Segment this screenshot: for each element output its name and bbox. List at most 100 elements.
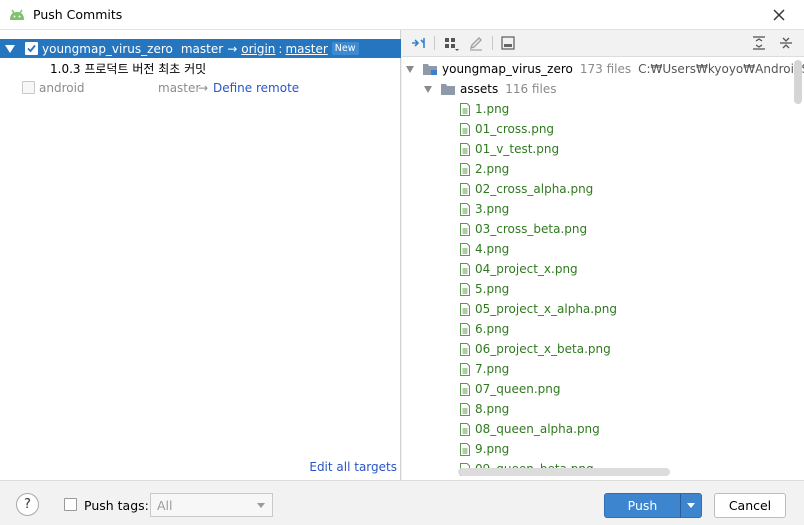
file-name: 01_v_test.png — [475, 142, 560, 156]
tree-root-row[interactable]: youngmap_virus_zero 173 files C:₩Users₩k… — [406, 59, 804, 79]
push-tags-label: Push tags: — [84, 498, 149, 513]
preview-icon[interactable] — [500, 35, 516, 51]
image-file-icon — [460, 402, 470, 416]
file-name: 08_queen_alpha.png — [475, 422, 600, 436]
image-file-icon — [460, 382, 470, 396]
file-name: 2.png — [475, 162, 510, 176]
commit-row[interactable]: 1.0.3 프로덕트 버전 최초 커밋 — [50, 59, 206, 78]
file-row[interactable]: 03_cross_beta.png — [460, 219, 587, 239]
file-row[interactable]: 05_project_x_alpha.png — [460, 299, 617, 319]
file-name: 7.png — [475, 362, 510, 376]
folder-icon — [441, 83, 455, 95]
dialog-footer: ? Push tags: All Push Cancel — [0, 480, 804, 525]
file-row[interactable]: 7.png — [460, 359, 509, 379]
file-name: 1.png — [475, 102, 510, 116]
file-tree: youngmap_virus_zero 173 files C:₩Users₩k… — [402, 58, 804, 480]
file-name: 01_cross.png — [475, 122, 555, 136]
remote-name-link[interactable]: origin — [241, 42, 275, 56]
file-row[interactable]: 01_v_test.png — [460, 139, 559, 159]
local-branch: master — [180, 41, 224, 56]
repo-checkbox[interactable] — [25, 42, 38, 55]
expand-all-icon[interactable] — [751, 35, 767, 51]
close-icon[interactable] — [770, 6, 788, 24]
help-button[interactable]: ? — [16, 493, 39, 516]
group-by-icon[interactable] — [443, 35, 459, 51]
remote-branch-link[interactable]: master — [285, 42, 327, 56]
separator: : — [278, 41, 283, 56]
repo-name: youngmap_virus_zero — [42, 41, 173, 56]
file-name: 3.png — [475, 202, 510, 216]
file-row[interactable]: 3.png — [460, 199, 509, 219]
file-row[interactable]: 1.png — [460, 99, 509, 119]
toolbar-separator — [492, 36, 493, 50]
root-path: C:₩Users₩kyoyo₩AndroidStudioPr — [638, 62, 804, 76]
define-remote-link[interactable]: Define remote — [213, 81, 299, 95]
file-row[interactable]: 5.png — [460, 279, 509, 299]
repo-row-youngmap-virus-zero[interactable]: youngmap_virus_zero master → origin : ma… — [0, 39, 401, 58]
collapse-all-icon[interactable] — [778, 35, 794, 51]
window-title: Push Commits — [33, 7, 123, 22]
image-file-icon — [460, 302, 470, 316]
android-icon — [10, 9, 24, 20]
vertical-scrollbar[interactable] — [794, 60, 802, 104]
files-pane: youngmap_virus_zero 173 files C:₩Users₩k… — [402, 30, 804, 480]
file-row[interactable]: 01_cross.png — [460, 119, 554, 139]
push-button[interactable]: Push — [604, 493, 702, 518]
image-file-icon — [460, 442, 470, 456]
image-file-icon — [460, 202, 470, 216]
expand-arrow-icon[interactable] — [5, 44, 15, 53]
horizontal-scrollbar[interactable] — [458, 468, 670, 476]
file-row[interactable]: 06_project_x_beta.png — [460, 339, 611, 359]
expand-arrow-icon[interactable] — [424, 85, 432, 93]
image-file-icon — [460, 222, 470, 236]
file-name: 4.png — [475, 242, 510, 256]
file-row[interactable]: 6.png — [460, 319, 509, 339]
file-row[interactable]: 2.png — [460, 159, 509, 179]
file-row[interactable]: 08_queen_alpha.png — [460, 419, 600, 439]
commits-pane: youngmap_virus_zero master → origin : ma… — [0, 30, 401, 480]
file-name: 5.png — [475, 282, 510, 296]
cancel-button[interactable]: Cancel — [714, 493, 786, 518]
file-row[interactable]: 9.png — [460, 439, 509, 459]
repo-row-android[interactable]: android master → Define remote — [0, 78, 299, 97]
file-row[interactable]: 07_queen.png — [460, 379, 561, 399]
file-name: 9.png — [475, 442, 510, 456]
file-name: 6.png — [475, 322, 510, 336]
show-diff-icon[interactable] — [410, 35, 426, 51]
root-name: youngmap_virus_zero — [442, 62, 573, 76]
folder-row-assets[interactable]: assets 116 files — [424, 79, 556, 99]
local-branch-android: master — [158, 80, 201, 95]
tags-select-value: All — [157, 497, 173, 513]
file-name: 07_queen.png — [475, 382, 561, 396]
image-file-icon — [460, 282, 470, 296]
file-name: 06_project_x_beta.png — [475, 342, 611, 356]
file-name: 03_cross_beta.png — [475, 222, 588, 236]
title-bar: Push Commits — [0, 0, 804, 30]
file-name: 05_project_x_alpha.png — [475, 302, 617, 316]
edit-all-targets-link[interactable]: Edit all targets — [309, 460, 397, 474]
file-row[interactable]: 8.png — [460, 399, 509, 419]
image-file-icon — [460, 362, 470, 376]
image-file-icon — [460, 422, 470, 436]
arrow-android: → — [198, 80, 209, 95]
file-row[interactable]: 4.png — [460, 239, 509, 259]
chevron-down-icon — [687, 503, 695, 508]
file-row[interactable]: 02_cross_alpha.png — [460, 179, 593, 199]
arrow: → — [227, 41, 238, 56]
image-file-icon — [460, 102, 470, 116]
file-name: 8.png — [475, 402, 510, 416]
file-row[interactable]: 04_project_x.png — [460, 259, 578, 279]
edit-source-icon[interactable] — [468, 35, 484, 51]
image-file-icon — [460, 242, 470, 256]
push-tags-checkbox[interactable] — [64, 498, 77, 511]
expand-arrow-icon[interactable] — [406, 65, 414, 73]
image-file-icon — [460, 182, 470, 196]
repo-checkbox-android[interactable] — [22, 81, 35, 94]
checkmark-icon — [27, 44, 36, 53]
push-options-dropdown[interactable] — [681, 503, 701, 508]
image-file-icon — [460, 322, 470, 336]
tags-select[interactable]: All — [150, 493, 273, 517]
image-file-icon — [460, 122, 470, 136]
new-badge: New — [331, 42, 359, 55]
commit-message: 1.0.3 프로덕트 버전 최초 커밋 — [50, 62, 207, 76]
